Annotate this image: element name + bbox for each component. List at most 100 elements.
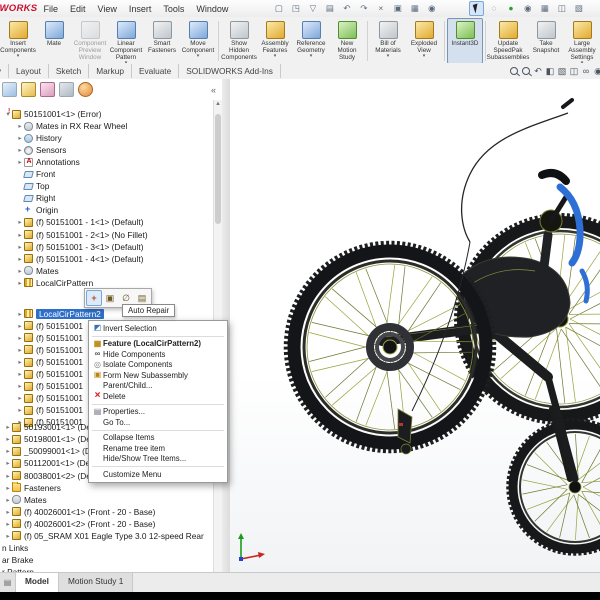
tab-sketch[interactable]: Sketch xyxy=(49,64,90,78)
caret-icon[interactable]: ▸ xyxy=(4,532,12,540)
tree-item[interactable]: n Links xyxy=(2,542,28,554)
tree-item[interactable]: ▸ Sensors xyxy=(16,144,66,156)
tree-item[interactable]: Origin xyxy=(16,204,58,216)
tree-item[interactable]: ▸ (f) 50151001 xyxy=(16,368,83,380)
menu-item-isolate-components[interactable]: ◎ Isolate Components xyxy=(89,360,227,371)
caret-icon[interactable]: ▸ xyxy=(4,447,12,455)
cut-icon[interactable]: × xyxy=(373,1,388,16)
menu-item-delete[interactable]: × Delete xyxy=(89,391,227,402)
zoom-area-icon[interactable] xyxy=(521,65,532,78)
tree-item[interactable]: Front xyxy=(16,168,55,180)
auto-repair-icon[interactable]: + xyxy=(86,290,102,306)
move-component-button[interactable]: Move Component ▾ xyxy=(180,18,216,64)
tree-item[interactable]: ▸ (f) 50151001 xyxy=(16,380,83,392)
caret-icon[interactable]: ▸ xyxy=(16,346,24,354)
menu-window[interactable]: Window xyxy=(190,4,234,14)
exploded-view-button[interactable]: Exploded View ▾ xyxy=(406,18,442,64)
assembly-features-button[interactable]: Assembly Features ▾ xyxy=(257,18,293,64)
caret-icon[interactable]: ▸ xyxy=(16,231,24,239)
display-style-icon[interactable]: ◫ xyxy=(569,65,580,78)
insert-components-button[interactable]: Insert Components ▾ xyxy=(0,18,36,64)
lasso-icon[interactable]: ◌ xyxy=(486,1,501,16)
tree-item[interactable]: Right xyxy=(16,192,55,204)
dimxpert-manager-icon[interactable] xyxy=(59,82,74,97)
tree-item[interactable]: ▸ (f) 05_SRAM X01 Eagle Type 3.0 12-speed… xyxy=(4,530,204,542)
tree-item[interactable]: ▸ History xyxy=(16,132,61,144)
tree-item[interactable]: ▸ Mates xyxy=(4,494,46,506)
menu-item-hide-components[interactable]: ∞ Hide Components xyxy=(89,349,227,360)
select-arrow-icon[interactable] xyxy=(469,1,485,16)
redo-icon[interactable]: ↷ xyxy=(356,1,371,16)
caret-icon[interactable]: ▸ xyxy=(16,394,24,402)
caret-icon[interactable]: ▸ xyxy=(16,243,24,251)
menu-item-form-new-subassembly[interactable]: ▣ Form New Subassembly xyxy=(89,370,227,381)
caret-icon[interactable]: ▸ xyxy=(16,122,24,130)
tree-item[interactable]: ▸ LocalCirPattern xyxy=(16,277,93,289)
tab-assembly[interactable]: Assembly xyxy=(0,64,9,78)
front-wheel[interactable] xyxy=(506,406,600,556)
appearances-icon[interactable]: ▦ xyxy=(537,1,552,16)
menu-item-properties[interactable]: ▤ Properties... xyxy=(89,407,227,418)
doc-tab-motion-study-1[interactable]: Motion Study 1 xyxy=(58,573,134,593)
caret-icon[interactable]: ▸ xyxy=(4,520,12,528)
caret-icon[interactable]: ▸ xyxy=(4,435,12,443)
menu-item-feature-localcirpattern2[interactable]: ▦ Feature (LocalCirPattern2) xyxy=(89,339,227,350)
tree-item[interactable]: ar Brake xyxy=(2,554,33,566)
tree-item[interactable]: ▸ LocalCirPattern2 xyxy=(16,308,104,320)
menu-item-hide-show-tree-items[interactable]: Hide/Show Tree Items... xyxy=(89,454,227,465)
open-file-icon[interactable]: ◳ xyxy=(288,1,303,16)
tree-item[interactable]: ▸ (f) 50151001 xyxy=(16,356,83,368)
configurationmanager-icon[interactable] xyxy=(40,82,55,97)
tree-item[interactable]: ▸ Annotations xyxy=(16,156,79,168)
tree-item[interactable]: ▸ (f) 50151001 xyxy=(16,332,83,344)
caret-icon[interactable]: ▸ xyxy=(16,358,24,366)
undo-icon[interactable]: ↶ xyxy=(339,1,354,16)
caret-icon[interactable]: ▸ xyxy=(16,370,24,378)
menu-insert[interactable]: Insert xyxy=(123,4,158,14)
tree-item[interactable]: ▸ (f) 50151001 - 4<1> (Default) xyxy=(16,253,143,265)
caret-icon[interactable]: ▸ xyxy=(4,484,12,492)
save-icon[interactable]: ▽ xyxy=(305,1,320,16)
tree-item[interactable]: ▸ (f) 50151001 xyxy=(16,344,83,356)
caret-icon[interactable]: ▸ xyxy=(4,423,12,431)
featuremanager-tree-icon[interactable] xyxy=(2,82,17,97)
tab-evaluate[interactable]: Evaluate xyxy=(132,64,180,78)
menu-view[interactable]: View xyxy=(91,4,122,14)
propertymanager-icon[interactable] xyxy=(21,82,36,97)
new-motion-study-button[interactable]: New Motion Study xyxy=(329,18,365,64)
caret-icon[interactable]: ▸ xyxy=(4,496,12,504)
instant3d-button[interactable]: Instant3D xyxy=(447,18,483,64)
caret-icon[interactable]: ▸ xyxy=(16,279,24,287)
smart-fasteners-button[interactable]: Smart Fasteners xyxy=(144,18,180,64)
caret-icon[interactable]: ▸ xyxy=(16,382,24,390)
tree-item[interactable]: ▸ (f) 50151001 xyxy=(16,392,83,404)
menu-item-invert-selection[interactable]: ◩ Invert Selection xyxy=(89,323,227,334)
caret-icon[interactable]: ▸ xyxy=(16,267,24,275)
tab-solidworks-add-ins[interactable]: SOLIDWORKS Add-Ins xyxy=(179,64,281,78)
hide-show-items-icon[interactable]: ∞ xyxy=(581,65,592,78)
display-manager-icon[interactable] xyxy=(78,82,93,97)
caret-icon[interactable]: ▸ xyxy=(4,472,12,480)
edit-appearance-icon[interactable]: ◉ xyxy=(593,65,600,78)
menu-edit[interactable]: Edit xyxy=(64,4,92,14)
caret-icon[interactable]: ▸ xyxy=(4,459,12,467)
scroll-up-icon[interactable]: ▲ xyxy=(214,100,222,108)
caret-icon[interactable]: ▸ xyxy=(4,508,12,516)
reference-geometry-button[interactable]: Reference Geometry ▾ xyxy=(293,18,329,64)
tree-item[interactable]: ▸ (f) 50151001 xyxy=(16,404,83,416)
menu-tools[interactable]: Tools xyxy=(157,4,190,14)
show-hidden-components-button[interactable]: Show Hidden Components xyxy=(221,18,257,64)
copy-icon[interactable]: ▣ xyxy=(390,1,405,16)
take-snapshot-button[interactable]: Take Snapshot xyxy=(528,18,564,64)
section-view-icon[interactable]: ◧ xyxy=(545,65,556,78)
new-file-icon[interactable]: ▢ xyxy=(271,1,286,16)
tree-item[interactable]: ▸ (f) 50151001 - 3<1> (Default) xyxy=(16,241,143,253)
doc-tab-model[interactable]: Model xyxy=(16,573,59,593)
view-settings-icon[interactable]: ▧ xyxy=(571,1,586,16)
caret-icon[interactable]: ▸ xyxy=(16,255,24,263)
scrollbar-thumb[interactable] xyxy=(215,114,221,224)
caret-icon[interactable]: ▸ xyxy=(16,406,24,414)
menu-item-rename-tree-item[interactable]: Rename tree item xyxy=(89,443,227,454)
tree-item[interactable]: ▸ Mates xyxy=(16,265,58,277)
tree-item[interactable]: ▸ (f) 40026001<1> (Front - 20 - Base) xyxy=(4,506,155,518)
